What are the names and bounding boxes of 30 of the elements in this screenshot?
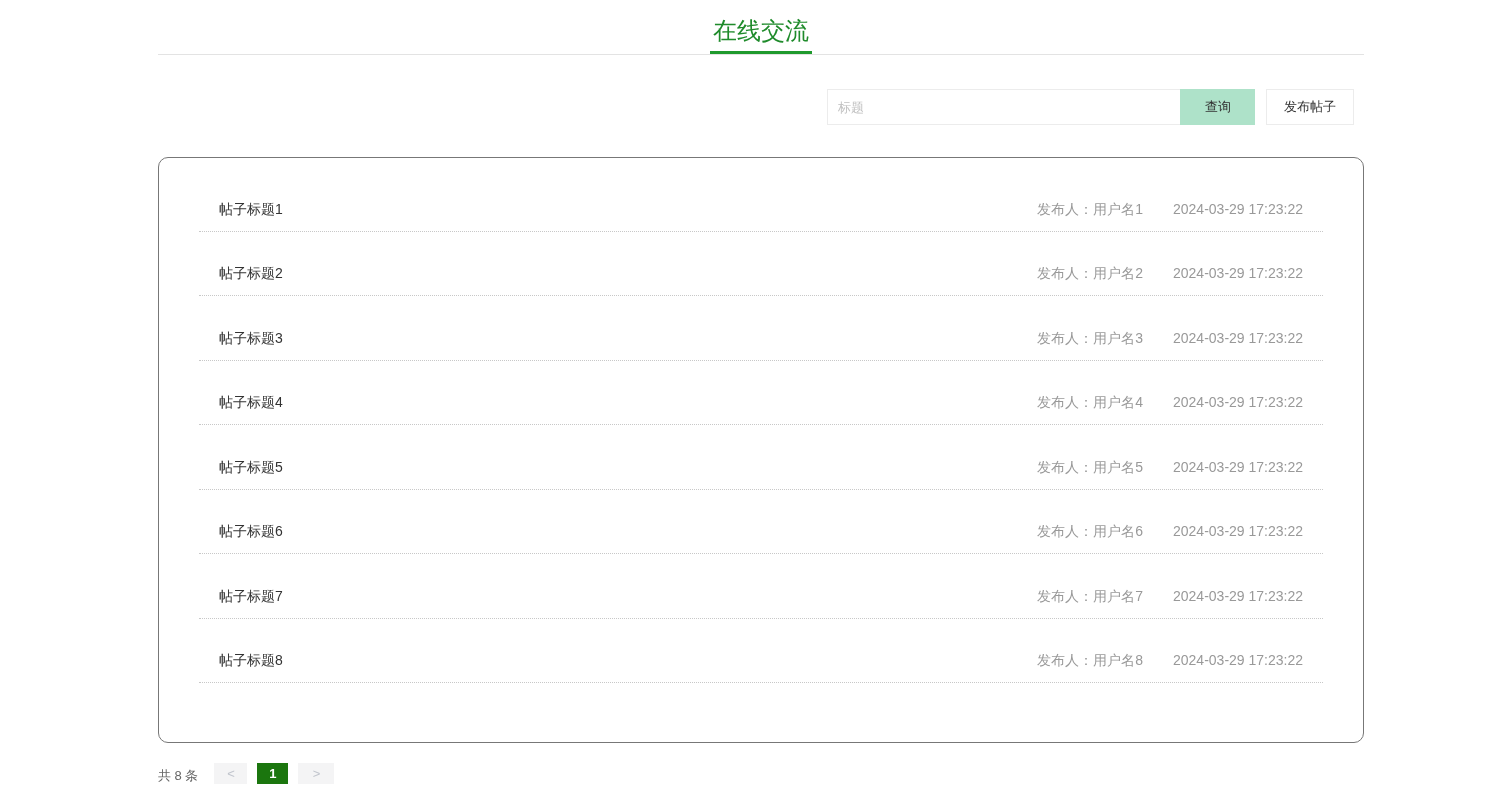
post-time: 2024-03-29 17:23:22	[1173, 586, 1303, 606]
post-title-link[interactable]: 帖子标题1	[219, 198, 283, 219]
post-author: 发布人：用户名7	[1037, 586, 1143, 606]
page-title: 在线交流	[710, 0, 812, 54]
post-title-link[interactable]: 帖子标题7	[219, 585, 283, 606]
post-time: 2024-03-29 17:23:22	[1173, 393, 1303, 412]
post-time: 2024-03-29 17:23:22	[1173, 328, 1303, 348]
post-author: 发布人：用户名4	[1037, 393, 1143, 412]
total-count: 共 8 条	[158, 767, 199, 784]
publish-post-button[interactable]: 发布帖子	[1266, 89, 1354, 125]
post-author: 发布人：用户名3	[1037, 328, 1143, 348]
post-time: 2024-03-29 17:23:22	[1173, 264, 1303, 283]
post-title-link[interactable]: 帖子标题3	[219, 327, 283, 348]
post-title-link[interactable]: 帖子标题6	[219, 521, 283, 541]
post-time: 2024-03-29 17:23:22	[1173, 522, 1303, 541]
post-title-link[interactable]: 帖子标题2	[219, 263, 283, 283]
post-author: 发布人：用户名6	[1037, 522, 1143, 541]
search-button[interactable]: 查询	[1180, 89, 1255, 125]
post-title-link[interactable]: 帖子标题5	[219, 456, 283, 477]
post-author: 发布人：用户名1	[1037, 199, 1143, 219]
post-title-link[interactable]: 帖子标题8	[219, 650, 283, 670]
post-title-link[interactable]: 帖子标题4	[219, 392, 283, 412]
post-author: 发布人：用户名8	[1037, 651, 1143, 670]
post-time: 2024-03-29 17:23:22	[1173, 199, 1303, 219]
post-author: 发布人：用户名2	[1037, 264, 1143, 283]
post-author: 发布人：用户名5	[1037, 457, 1143, 477]
post-time: 2024-03-29 17:23:22	[1173, 457, 1303, 477]
search-field[interactable]: 标题	[827, 89, 1180, 125]
page-number-button[interactable]: 1	[257, 763, 289, 784]
post-time: 2024-03-29 17:23:22	[1173, 651, 1303, 670]
